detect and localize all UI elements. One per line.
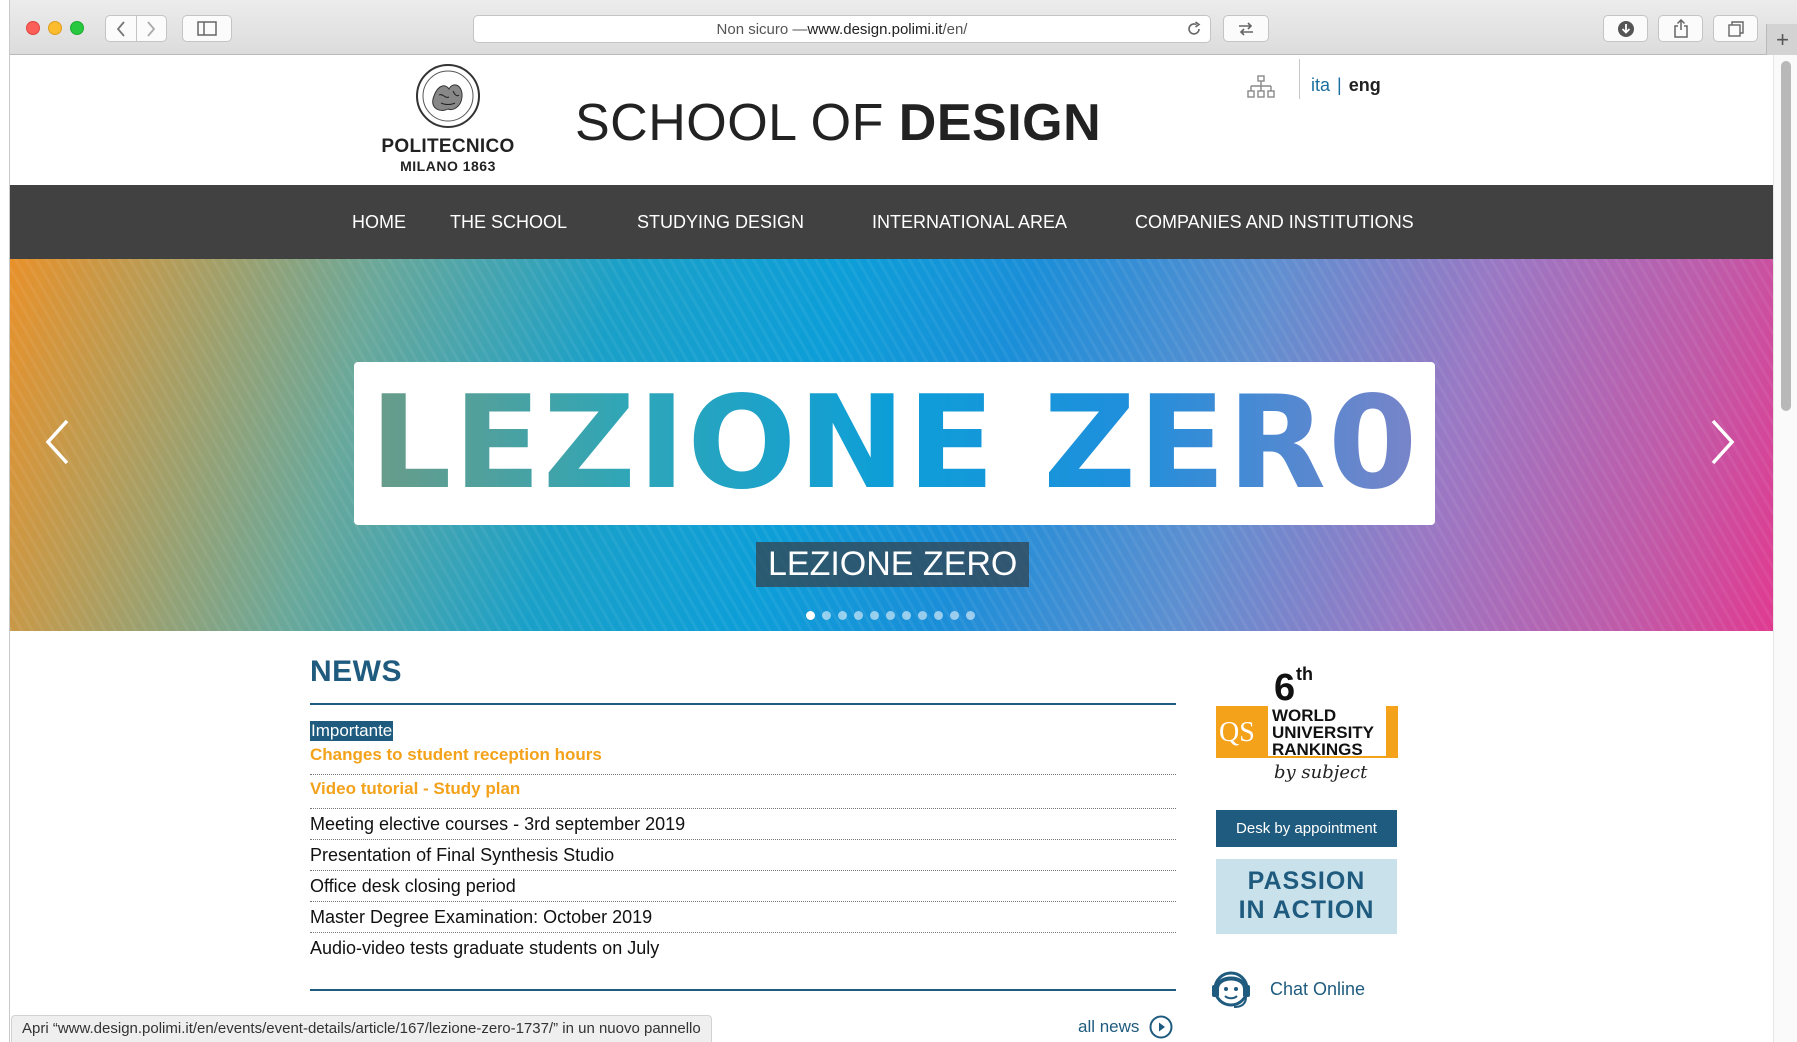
news-divider [310,703,1176,705]
hero-banner-card[interactable]: LEZIONE ZER0 [354,362,1435,525]
slider-dot[interactable] [902,611,911,620]
sidebar-icon [197,21,217,36]
language-switch: ita | eng [1311,75,1381,96]
slider-dot[interactable] [966,611,975,620]
sitemap-icon[interactable] [1247,75,1275,99]
play-circle-icon [1149,1015,1173,1039]
slider-dot[interactable] [918,611,927,620]
news-list-item[interactable]: Office desk closing period [310,871,1176,902]
university-seal-icon [416,64,480,128]
page-scrollbar[interactable] [1773,55,1797,1042]
share-button[interactable] [1658,15,1703,42]
slider-pagination [806,611,975,620]
main-navigation: HOME THE SCHOOL STUDYING DESIGN INTERNAT… [10,185,1773,259]
lang-ita-link[interactable]: ita [1311,75,1330,95]
chevron-left-icon [116,20,125,37]
news-list-item[interactable]: Audio-video tests graduate students on J… [310,933,1176,964]
rank-qs: QS [1219,717,1255,748]
slider-dot[interactable] [806,611,815,620]
qs-ranking-graphic: 6 th QS WORLD UNIVERSITY RANKINGS by sub… [1216,664,1398,783]
rank-line4: by subject [1274,762,1368,783]
tabs-icon [1727,20,1744,37]
browser-status-bar: Apri “www.design.polimi.it/en/events/eve… [11,1015,712,1042]
chevron-right-icon [147,20,156,37]
download-icon [1617,20,1634,37]
rank-number: 6 [1274,667,1295,709]
school-title[interactable]: SCHOOL OF DESIGN [575,93,1101,153]
address-path: /en/ [942,20,968,38]
school-title-light: SCHOOL OF [575,94,899,152]
headset-support-icon [1212,971,1250,1008]
all-news-label: all news [1078,1017,1140,1036]
news-item-featured[interactable]: Importante Changes to student reception … [310,715,1176,775]
rank-suffix: th [1296,664,1313,684]
hero-caption[interactable]: LEZIONE ZERO [756,542,1030,587]
forward-button[interactable] [137,16,167,41]
passion-line2: IN ACTION [1238,896,1375,924]
chat-online-link[interactable]: Chat Online [1206,963,1365,1015]
news-featured-link[interactable]: Video tutorial - Study plan [310,779,1176,799]
downloads-button[interactable] [1603,15,1648,42]
news-heading: NEWS [310,655,402,688]
maximize-window-button[interactable] [70,21,84,35]
nav-the-school[interactable]: THE SCHOOL [450,185,567,259]
news-tag-badge: Importante [310,721,394,741]
lang-eng-link[interactable]: eng [1349,75,1381,95]
browser-toolbar: Non sicuro — www.design.polimi.it /en/ + [10,0,1797,55]
reload-icon[interactable] [1186,21,1202,37]
news-list-item[interactable]: Presentation of Final Synthesis Studio [310,840,1176,871]
back-forward-group [105,15,167,42]
logo-year: MILANO 1863 [400,158,496,174]
back-button[interactable] [106,16,136,41]
news-item-featured[interactable]: Video tutorial - Study plan [310,779,1176,809]
minimize-window-button[interactable] [48,21,62,35]
logo-name: POLITECNICO [381,136,515,157]
slider-dot[interactable] [822,611,831,620]
new-tab-button[interactable]: + [1766,24,1797,55]
slider-dot[interactable] [870,611,879,620]
news-bottom-divider [310,989,1176,991]
tab-overview-button[interactable] [1713,15,1758,42]
scrollbar-thumb[interactable] [1781,61,1791,411]
nav-studying-design[interactable]: STUDYING DESIGN [637,185,804,259]
hero-slider[interactable]: LEZIONE ZER0 LEZIONE ZERO [10,259,1773,631]
news-list-item[interactable]: Master Degree Examination: October 2019 [310,902,1176,933]
share-icon [1673,19,1688,38]
news-featured-link[interactable]: Changes to student reception hours [310,745,1176,765]
hero-banner-text: LEZIONE ZER0 [369,368,1420,518]
news-list-item[interactable]: Meeting elective courses - 3rd september… [310,809,1176,840]
chat-online-label: Chat Online [1270,978,1366,999]
swap-arrows-icon [1239,21,1253,36]
header-divider [1299,59,1300,99]
rank-line3: RANKINGS [1272,740,1363,759]
slider-dot[interactable] [950,611,959,620]
slider-prev-arrow-icon[interactable] [44,419,70,465]
all-news-link[interactable]: all news [1078,1015,1173,1039]
passion-line1: PASSION [1247,867,1366,895]
web-page: POLITECNICO MILANO 1863 SCHOOL OF DESIGN… [10,55,1773,1042]
reader-toggle-button[interactable] [1223,15,1269,42]
nav-home[interactable]: HOME [352,185,406,259]
nav-international-area[interactable]: INTERNATIONAL AREA [872,185,1067,259]
slider-next-arrow-icon[interactable] [1710,419,1736,465]
desk-appointment-button[interactable]: Desk by appointment [1216,810,1397,847]
passion-in-action-banner[interactable]: PASSION IN ACTION [1216,859,1397,934]
politecnico-logo[interactable]: POLITECNICO MILANO 1863 [368,63,528,175]
qs-ranking-badge[interactable]: 6 th QS WORLD UNIVERSITY RANKINGS by sub… [1216,658,1400,788]
news-list: Importante Changes to student reception … [310,715,1176,964]
slider-dot[interactable] [854,611,863,620]
school-title-bold: DESIGN [898,94,1102,152]
slider-dot[interactable] [886,611,895,620]
address-prefix: Non sicuro — [716,20,808,38]
close-window-button[interactable] [26,21,40,35]
address-bar[interactable]: Non sicuro — www.design.polimi.it /en/ [473,15,1211,43]
address-host: www.design.polimi.it [807,20,943,38]
sidebar-toggle-button[interactable] [182,15,232,42]
slider-dot[interactable] [838,611,847,620]
nav-companies-institutions[interactable]: COMPANIES AND INSTITUTIONS [1135,185,1414,259]
lang-separator: | [1337,75,1342,95]
slider-dot[interactable] [934,611,943,620]
